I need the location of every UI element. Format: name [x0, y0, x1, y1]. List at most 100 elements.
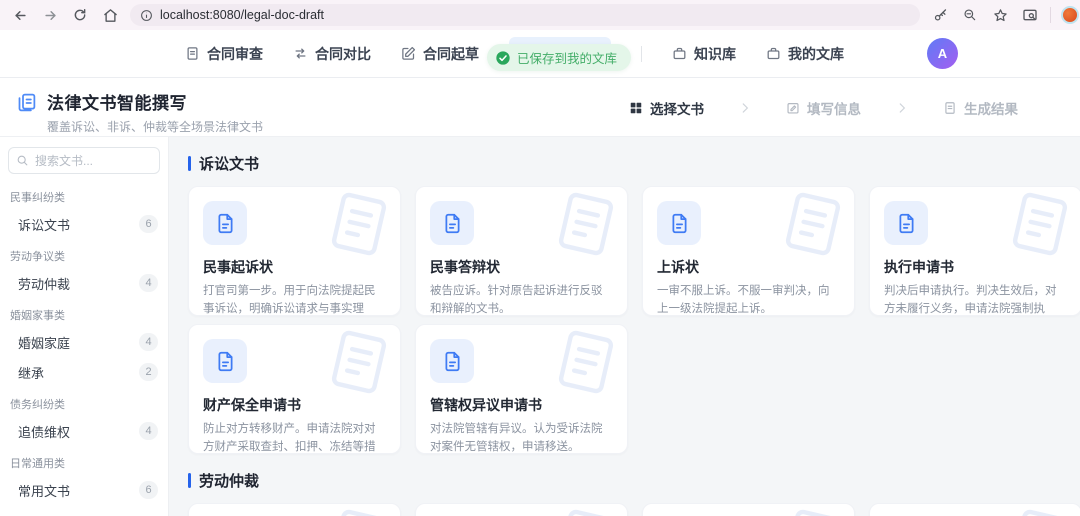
sidebar-item-common-docs[interactable]: 常用文书 6 [0, 475, 168, 505]
profile-icon[interactable] [1061, 6, 1079, 24]
document-watermark-icon [319, 503, 398, 516]
group-title: 日常通用类 [0, 446, 168, 475]
forward-icon[interactable] [40, 5, 60, 25]
document-icon [884, 201, 928, 245]
section-header-labor-arbitration: 劳动仲裁 [188, 470, 1080, 491]
sidebar-item-debt-collection[interactable]: 追债维权 4 [0, 416, 168, 446]
info-icon[interactable] [140, 9, 153, 22]
section-header-litigation: 诉讼文书 [188, 153, 1080, 174]
browser-toolbar: localhost:8080/legal-doc-draft [0, 0, 1080, 30]
item-label: 婚姻家庭 [18, 333, 70, 352]
sidebar-item-labor-arbitration[interactable]: 劳动仲裁 4 [0, 268, 168, 298]
group-title: 债务纠纷类 [0, 387, 168, 416]
card-description: 打官司第一步。用于向法院提起民事诉讼，明确诉讼请求与事实理由。 [203, 283, 386, 316]
zoom-out-icon[interactable] [960, 5, 980, 25]
tab-contract-review[interactable]: 合同审查 [185, 44, 263, 64]
doc-card-civil-defense[interactable]: 民事答辩状 被告应诉。针对原告起诉进行反驳和辩解的文书。 [415, 186, 628, 316]
steps: 选择文书 填写信息 生成结果 [629, 78, 1018, 137]
sidebar-item-inheritance[interactable]: 继承 2 [0, 357, 168, 387]
doc-card-civil-complaint[interactable]: 民事起诉状 打官司第一步。用于向法院提起民事诉讼，明确诉讼请求与事实理由。 [188, 186, 401, 316]
search-input[interactable] [8, 147, 160, 174]
group-title: 民事纠纷类 [0, 180, 168, 209]
library-icon [672, 46, 687, 61]
tab-label: 我的文库 [788, 44, 844, 64]
edit-icon [786, 101, 800, 115]
pip-icon[interactable] [1020, 5, 1040, 25]
item-label: 继承 [18, 363, 44, 382]
doc-card-property-preservation[interactable]: 财产保全申请书 防止对方转移财产。申请法院对对方财产采取查封、扣押、冻结等措施。 [188, 324, 401, 454]
back-icon[interactable] [10, 5, 30, 25]
document-icon [203, 339, 247, 383]
key-icon[interactable] [930, 5, 950, 25]
section-accent-bar [188, 473, 191, 488]
section-title: 诉讼文书 [199, 153, 259, 174]
doc-card-appeal[interactable]: 上诉状 一审不服上诉。不服一审判决，向上一级法院提起上诉。 [642, 186, 855, 316]
tab-contract-draft[interactable]: 合同起草 [401, 44, 479, 64]
step-fill-info[interactable]: 填写信息 [786, 98, 861, 118]
count-badge: 6 [139, 481, 158, 499]
document-watermark-icon [773, 186, 852, 264]
reload-icon[interactable] [70, 5, 90, 25]
tab-contract-compare[interactable]: 合同对比 [293, 44, 371, 64]
card-description: 被告应诉。针对原告起诉进行反驳和辩解的文书。 [430, 283, 613, 316]
document-watermark-icon [319, 186, 398, 264]
tab-label: 合同审查 [207, 44, 263, 64]
card-title: 管辖权异议申请书 [430, 395, 613, 415]
card-title: 民事起诉状 [203, 257, 386, 277]
home-icon[interactable] [100, 5, 120, 25]
count-badge: 4 [139, 274, 158, 292]
document-icon [430, 201, 474, 245]
card-description: 防止对方转移财产。申请法院对对方财产采取查封、扣押、冻结等措施。 [203, 421, 386, 454]
document-icon [657, 201, 701, 245]
avatar[interactable]: A [927, 38, 958, 69]
search-icon [16, 154, 29, 167]
category-sidebar: 民事纠纷类 诉讼文书 6 劳动争议类 劳动仲裁 4 婚姻家事类 婚姻家庭 4 继… [0, 137, 169, 516]
tab-my-library[interactable]: 我的文库 [766, 44, 844, 64]
doc-card-jurisdiction-objection[interactable]: 管辖权异议申请书 对法院管辖有异议。认为受诉法院对案件无管辖权，申请移送。 [415, 324, 628, 454]
chevron-right-icon [895, 101, 909, 115]
bookmark-star-icon[interactable] [990, 5, 1010, 25]
card-title: 民事答辩状 [430, 257, 613, 277]
page-title: 法律文书智能撰写 [47, 89, 263, 114]
document-icon [430, 339, 474, 383]
sidebar-item-marriage-family[interactable]: 婚姻家庭 4 [0, 327, 168, 357]
toolbar-separator [1050, 7, 1051, 23]
sidebar-item-litigation-docs[interactable]: 诉讼文书 6 [0, 209, 168, 239]
compare-icon [293, 46, 308, 61]
nav-divider [641, 46, 642, 62]
doc-card-partial[interactable] [188, 503, 401, 516]
card-title: 执行申请书 [884, 257, 1067, 277]
item-label: 追债维权 [18, 422, 70, 441]
item-label: 常用文书 [18, 481, 70, 500]
saved-toast: 已保存到我的文库 [487, 44, 631, 71]
draft-icon [401, 46, 416, 61]
page-subtitle: 覆盖诉讼、非诉、仲裁等全场景法律文书 [47, 118, 263, 135]
tab-label: 合同起草 [423, 44, 479, 64]
step-label: 填写信息 [807, 98, 861, 118]
doc-card-enforcement-application[interactable]: 执行申请书 判决后申请执行。判决生效后，对方未履行义务，申请法院强制执行。 [869, 186, 1080, 316]
card-description: 一审不服上诉。不服一审判决，向上一级法院提起上诉。 [657, 283, 840, 316]
doc-card-partial[interactable] [869, 503, 1080, 516]
document-watermark-icon [319, 324, 398, 402]
card-title: 上诉状 [657, 257, 840, 277]
document-watermark-icon [546, 324, 625, 402]
group-title: 劳动争议类 [0, 239, 168, 268]
document-grid: 诉讼文书 民事起诉状 打官司第一步。用于向法院提起民事诉讼，明确诉讼请求与事实理… [180, 137, 1080, 516]
address-bar[interactable]: localhost:8080/legal-doc-draft [130, 4, 920, 26]
tab-label: 知识库 [694, 44, 736, 64]
count-badge: 2 [139, 363, 158, 381]
tab-knowledge-base[interactable]: 知识库 [672, 44, 736, 64]
doc-card-partial[interactable] [415, 503, 628, 516]
step-generate-result[interactable]: 生成结果 [943, 98, 1018, 118]
library-icon [766, 46, 781, 61]
url-text[interactable]: localhost:8080/legal-doc-draft [160, 8, 324, 22]
group-title: 律师专用文书 [0, 505, 168, 516]
result-doc-icon [943, 101, 957, 115]
section-accent-bar [188, 156, 191, 171]
group-title: 婚姻家事类 [0, 298, 168, 327]
card-description: 对法院管辖有异议。认为受诉法院对案件无管辖权，申请移送。 [430, 421, 613, 454]
document-copy-icon [16, 92, 37, 135]
card-description: 判决后申请执行。判决生效后，对方未履行义务，申请法院强制执行。 [884, 283, 1067, 316]
doc-card-partial[interactable] [642, 503, 855, 516]
step-select-document[interactable]: 选择文书 [629, 98, 704, 118]
